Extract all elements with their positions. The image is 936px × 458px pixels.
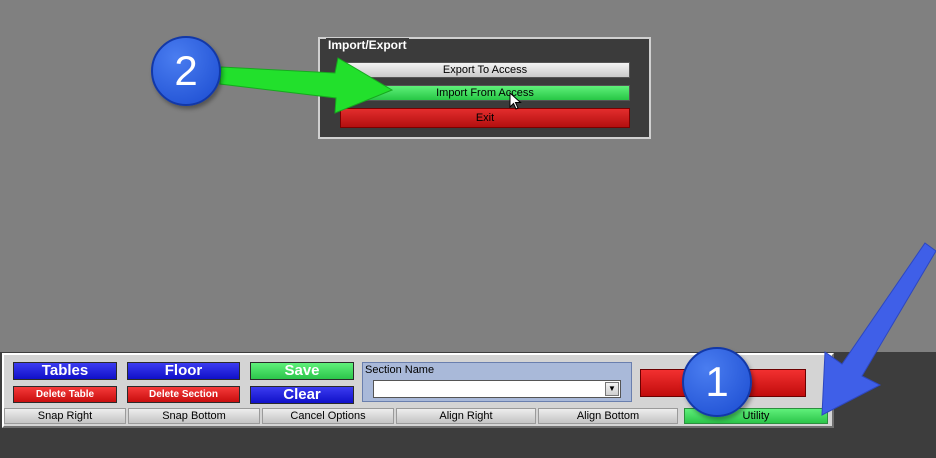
import-from-access-button[interactable]: Import From Access bbox=[340, 85, 630, 101]
exit-button[interactable]: Exit bbox=[340, 108, 630, 128]
cancel-options-button[interactable]: Cancel Options bbox=[262, 408, 394, 424]
align-right-button[interactable]: Align Right bbox=[396, 408, 536, 424]
import-export-dialog: Import/Export Export To Access Import Fr… bbox=[318, 37, 651, 139]
export-to-access-button[interactable]: Export To Access bbox=[340, 62, 630, 78]
step-1-badge: 1 bbox=[682, 347, 752, 417]
floor-button[interactable]: Floor bbox=[127, 362, 240, 380]
dialog-title: Import/Export bbox=[326, 38, 409, 52]
align-bottom-button[interactable]: Align Bottom bbox=[538, 408, 678, 424]
section-name-group: Section Name ▼ bbox=[362, 362, 632, 402]
section-name-dropdown[interactable]: ▼ bbox=[373, 380, 621, 398]
mouse-cursor-icon bbox=[509, 92, 522, 110]
step-2-badge: 2 bbox=[151, 36, 221, 106]
save-button[interactable]: Save bbox=[250, 362, 354, 380]
snap-right-button[interactable]: Snap Right bbox=[4, 408, 126, 424]
tables-button[interactable]: Tables bbox=[13, 362, 117, 380]
section-name-label: Section Name bbox=[365, 364, 435, 376]
chevron-down-icon[interactable]: ▼ bbox=[605, 382, 619, 396]
snap-bottom-button[interactable]: Snap Bottom bbox=[128, 408, 260, 424]
delete-table-button[interactable]: Delete Table bbox=[13, 386, 117, 403]
clear-button[interactable]: Clear bbox=[250, 386, 354, 404]
delete-section-button[interactable]: Delete Section bbox=[127, 386, 240, 403]
